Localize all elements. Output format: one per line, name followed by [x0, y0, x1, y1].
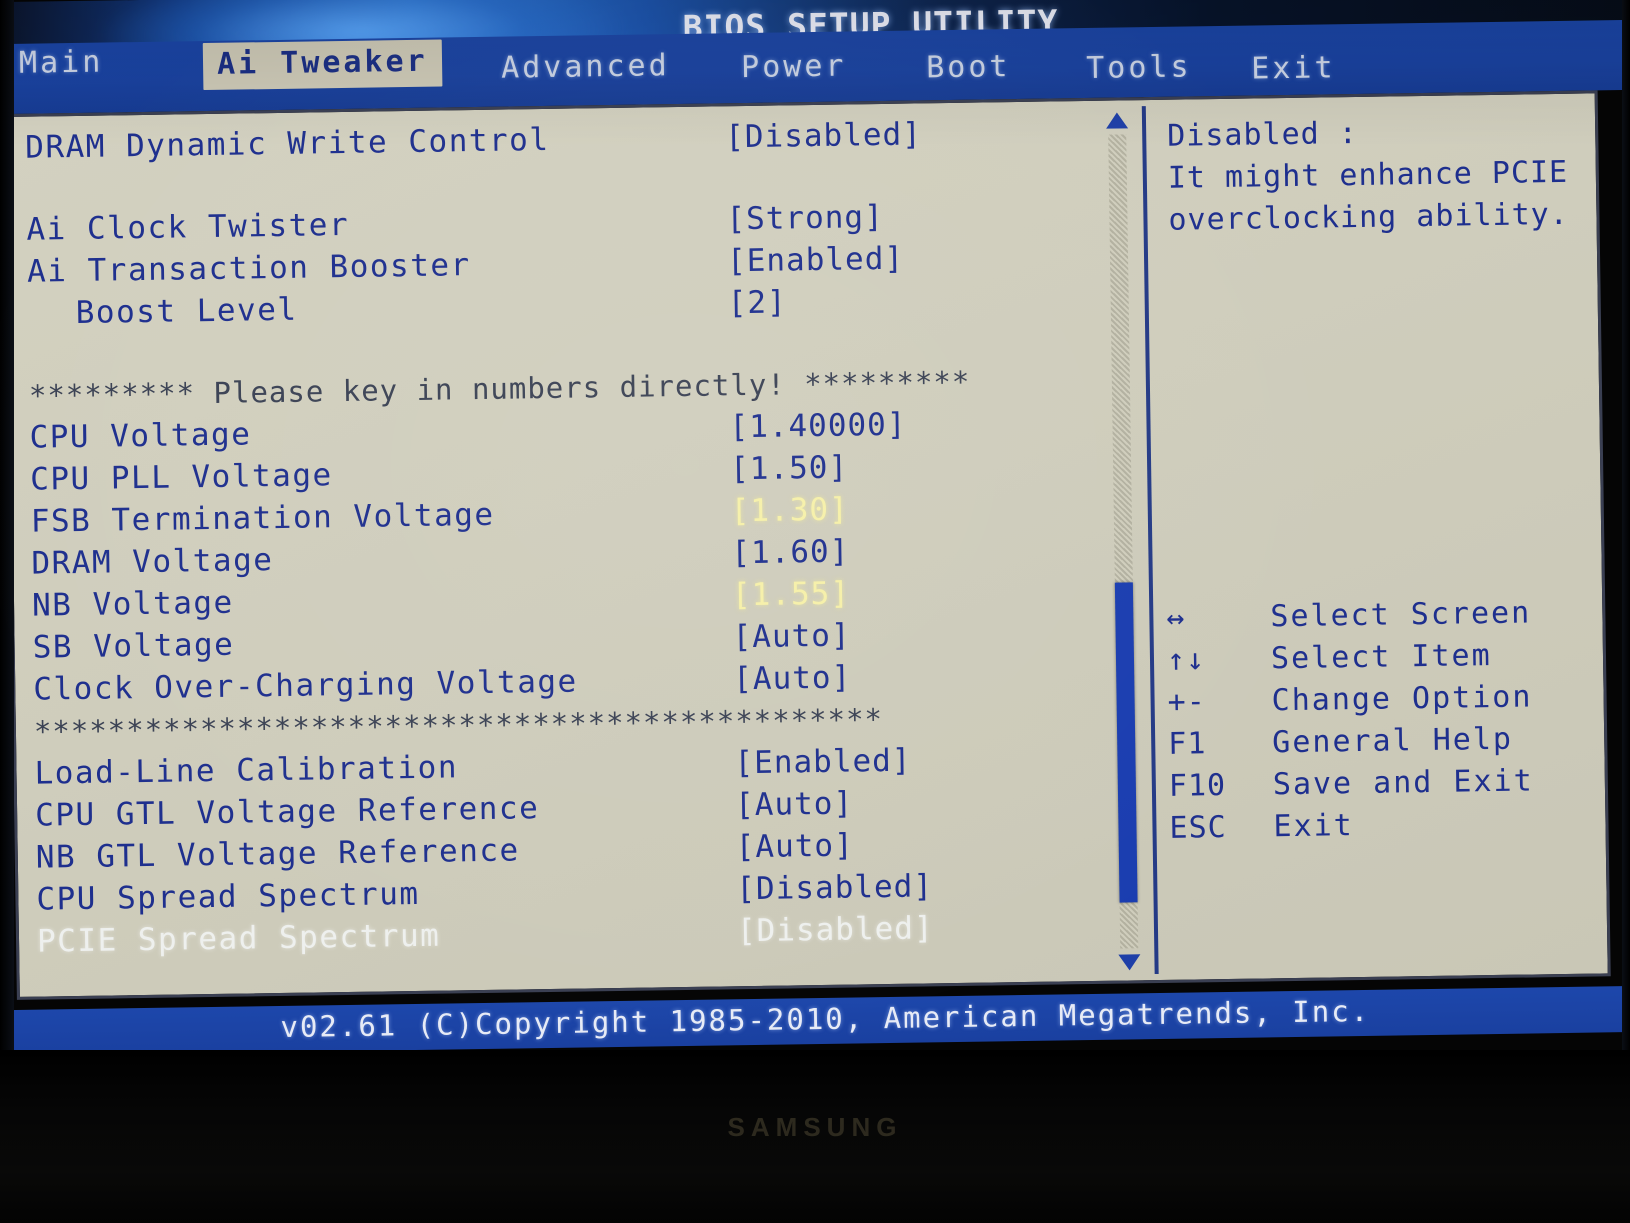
legend-action-label: Select Item — [1270, 638, 1492, 677]
setting-label: DRAM Voltage — [31, 542, 274, 582]
setting-label: CPU Spread Spectrum — [36, 875, 420, 918]
scroll-up-arrow-icon[interactable] — [1105, 112, 1129, 129]
setting-value[interactable]: [Auto] — [735, 825, 854, 869]
setting-label: FSB Termination Voltage — [30, 496, 495, 540]
legend-action-label: General Help — [1271, 721, 1514, 761]
setting-value[interactable]: [Auto] — [735, 783, 854, 827]
bios-screen: BIOS SETUP UTILITY Main Ai Tweaker Advance… — [0, 0, 1630, 1077]
legend-key-icon: F10 — [1168, 767, 1227, 804]
scrollbar-thumb[interactable] — [1114, 582, 1138, 903]
tab-boot[interactable]: Boot — [926, 49, 1011, 85]
legend-action-label: Select Screen — [1270, 595, 1532, 635]
legend-action-label: Save and Exit — [1272, 763, 1534, 803]
setting-value[interactable]: [1.60] — [731, 531, 850, 575]
setting-value[interactable]: [Disabled] — [725, 113, 922, 158]
content-panel: DRAM Dynamic Write Control [Disabled] Ai C… — [3, 90, 1611, 1000]
setting-value[interactable]: [1.40000] — [729, 404, 907, 449]
legend-key-icon: ESC — [1169, 809, 1227, 846]
monitor-brand-logo: SAMSUNG — [727, 1112, 903, 1142]
legend-row: F1 General Help — [1168, 717, 1599, 765]
legend-row: ↑↓ Select Item — [1167, 633, 1598, 681]
settings-list: DRAM Dynamic Write Control [Disabled] Ai C… — [25, 110, 1137, 962]
legend-key-icon: F1 — [1167, 726, 1207, 762]
tab-exit[interactable]: Exit — [1251, 50, 1336, 86]
setting-value[interactable]: [1.30] — [730, 489, 849, 533]
setting-label: NB Voltage — [31, 584, 234, 624]
help-line: overclocking ability. — [1168, 196, 1569, 238]
scroll-down-arrow-icon[interactable] — [1118, 954, 1141, 971]
legend-row: F10 Save and Exit — [1169, 759, 1600, 807]
legend-row: +- Change Option — [1167, 675, 1598, 723]
tab-tools[interactable]: Tools — [1086, 49, 1192, 86]
setting-label: CPU Voltage — [29, 416, 252, 456]
help-line: Disabled : — [1166, 115, 1359, 154]
tab-advanced[interactable]: Advanced — [501, 48, 670, 85]
legend-action-label: Exit — [1273, 808, 1354, 845]
monitor-photo: BIOS SETUP UTILITY Main Ai Tweaker Advance… — [0, 0, 1630, 1223]
legend-key-icon: ↔ — [1166, 600, 1186, 636]
setting-label: Load-Line Calibration — [34, 749, 459, 792]
setting-label: SB Voltage — [32, 626, 235, 666]
panel-divider — [1141, 106, 1159, 975]
legend-row: ESC Exit — [1169, 801, 1600, 849]
legend-key-icon: ↑↓ — [1166, 642, 1206, 678]
bezel-left — [0, 0, 14, 1060]
setting-label: Boost Level — [75, 291, 298, 331]
help-panel: Disabled : It might enhance PCIE overclock… — [1167, 110, 1589, 242]
bezel-right — [1622, 0, 1630, 1060]
setting-label: NB GTL Voltage Reference — [35, 832, 520, 876]
setting-value[interactable]: [Auto] — [733, 657, 852, 701]
setting-label: CPU GTL Voltage Reference — [34, 790, 540, 834]
setting-value[interactable]: [1.50] — [730, 447, 849, 491]
tab-main[interactable]: Main — [19, 45, 104, 81]
setting-label: Ai Clock Twister — [26, 206, 350, 248]
setting-value[interactable]: [Disabled] — [737, 907, 934, 952]
legend-row: ↔ Select Screen — [1166, 591, 1597, 639]
tab-ai-tweaker[interactable]: Ai Tweaker — [202, 39, 443, 91]
legend-action-label: Change Option — [1271, 679, 1533, 719]
setting-value[interactable]: [Enabled] — [727, 238, 905, 283]
help-line: It might enhance PCIE — [1167, 154, 1569, 196]
setting-value[interactable]: [Enabled] — [734, 740, 912, 785]
setting-label: CPU PLL Voltage — [29, 457, 333, 498]
setting-value[interactable]: [Strong] — [726, 196, 884, 240]
legend-key-icon: +- — [1167, 684, 1207, 720]
setting-label: DRAM Dynamic Write Control — [25, 121, 550, 166]
setting-value[interactable]: [1.55] — [732, 573, 851, 617]
setting-label: Clock Over-Charging Voltage — [33, 663, 578, 708]
setting-value[interactable]: [Auto] — [732, 615, 851, 659]
key-legend: ↔ Select Screen ↑↓ Select Item +- Change Opti… — [1166, 591, 1600, 849]
tab-power[interactable]: Power — [741, 49, 847, 86]
setting-label: Ai Transaction Booster — [26, 247, 471, 290]
setting-value[interactable]: [2] — [727, 281, 787, 324]
setting-value[interactable]: [Disabled] — [736, 865, 933, 910]
setting-label: PCIE Spread Spectrum — [36, 917, 441, 960]
